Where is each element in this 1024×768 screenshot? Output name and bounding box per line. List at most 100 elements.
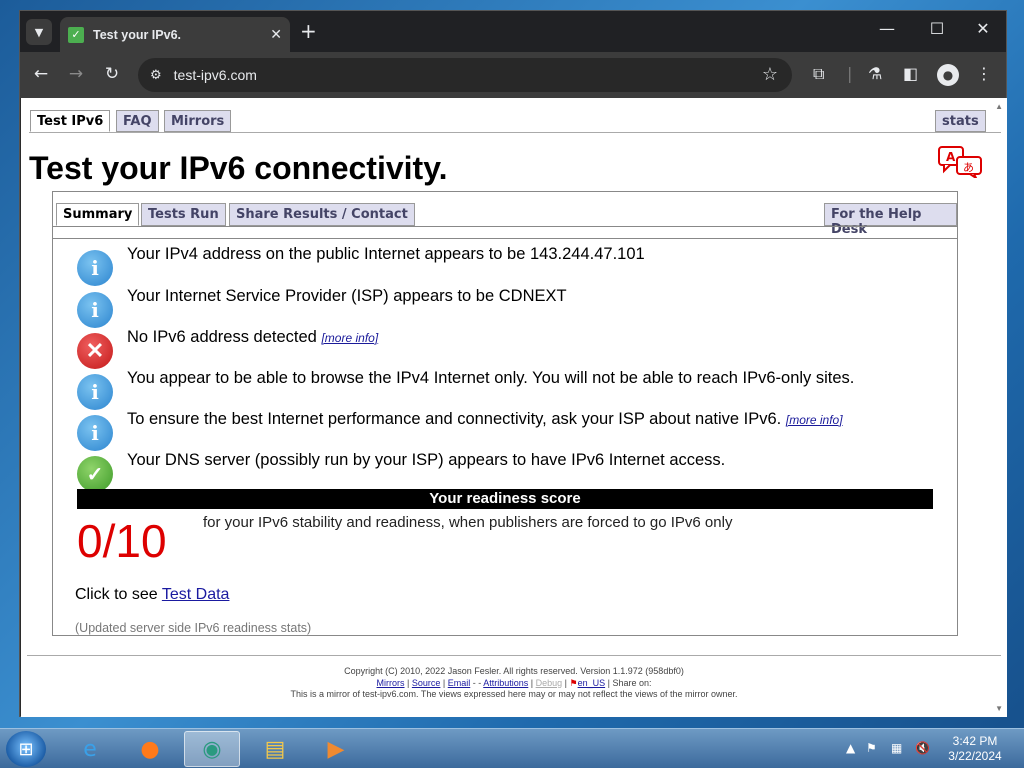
result-row-isp: i Your Internet Service Provider (ISP) a… bbox=[77, 286, 567, 328]
bookmark-star-icon[interactable]: ☆ bbox=[762, 64, 778, 85]
footer-source-link[interactable]: Source bbox=[412, 678, 441, 688]
address-bar[interactable]: ⚙ test-ipv6.com ☆ bbox=[138, 58, 792, 92]
file-explorer-icon[interactable]: ▤ bbox=[247, 731, 303, 767]
tab-search-button[interactable]: ▼ bbox=[26, 19, 52, 45]
tab-summary[interactable]: Summary bbox=[56, 203, 140, 226]
system-clock[interactable]: 3:42 PM 3/22/2024 bbox=[940, 734, 1010, 764]
footer-debug-link[interactable]: Debug bbox=[536, 678, 563, 688]
footer-email-link[interactable]: Email bbox=[448, 678, 471, 688]
share-on-label: Share on: bbox=[612, 677, 652, 688]
error-x-icon: ✕ bbox=[77, 333, 113, 369]
tab-strip: ▼ ✓ Test your IPv6. ✕ + — ☐ ✕ bbox=[20, 11, 1006, 52]
browser-window: ▼ ✓ Test your IPv6. ✕ + — ☐ ✕ ← → ↻ ⚙ te… bbox=[19, 10, 1007, 717]
translate-icon[interactable]: A あ bbox=[938, 146, 984, 178]
click-to-see-label: Click to see bbox=[75, 586, 158, 603]
result-text: Your IPv4 address on the public Internet… bbox=[127, 245, 645, 263]
score-description: for your IPv6 stability and readiness, w… bbox=[203, 514, 733, 531]
clock-date: 3/22/2024 bbox=[948, 749, 1002, 763]
results-panel: Summary Tests Run Share Results / Contac… bbox=[52, 191, 958, 636]
maximize-button[interactable]: ☐ bbox=[922, 19, 952, 38]
tab-help-desk[interactable]: For the Help Desk bbox=[824, 203, 957, 237]
result-text: You appear to be able to browse the IPv4… bbox=[127, 369, 855, 387]
footer-links: Mirrors | Source | Email - - Attribution… bbox=[376, 677, 652, 688]
page-title: Test your IPv6 connectivity. bbox=[29, 150, 448, 186]
browser-toolbar: ← → ↻ ⚙ test-ipv6.com ☆ ⧉ | ⚗ ◧ ⋮ bbox=[20, 52, 1006, 98]
info-icon: i bbox=[77, 415, 113, 451]
result-row-ipv4: i Your IPv4 address on the public Intern… bbox=[77, 244, 645, 286]
tab-close-button[interactable]: ✕ bbox=[270, 27, 282, 43]
tab-faq[interactable]: FAQ bbox=[116, 110, 159, 132]
reload-button[interactable]: ↻ bbox=[101, 64, 123, 84]
result-text: To ensure the best Internet performance … bbox=[127, 409, 843, 430]
more-info-link[interactable]: [more info] bbox=[786, 413, 843, 427]
result-text: Your Internet Service Provider (ISP) app… bbox=[127, 287, 567, 305]
mirror-note: This is a mirror of test-ipv6.com. The v… bbox=[290, 689, 738, 699]
result-text: Your DNS server (possibly run by your IS… bbox=[127, 451, 726, 469]
info-icon: i bbox=[77, 292, 113, 328]
volume-muted-icon[interactable]: 🔇 bbox=[915, 741, 930, 755]
side-panel-icon[interactable]: ◧ bbox=[903, 64, 918, 83]
network-icon[interactable]: ▦ bbox=[891, 741, 902, 755]
site-info-icon[interactable]: ⚙ bbox=[150, 68, 162, 83]
site-favicon-icon: ✓ bbox=[68, 26, 84, 43]
subtab-divider-line-2 bbox=[53, 238, 957, 239]
edge-browser-icon[interactable]: ◉ bbox=[184, 731, 240, 767]
copyright-text: Copyright (C) 2010, 2022 Jason Fesler. A… bbox=[344, 666, 684, 676]
tab-share-results[interactable]: Share Results / Contact bbox=[229, 203, 415, 226]
tab-title: Test your IPv6. bbox=[93, 27, 181, 42]
tab-stats[interactable]: stats bbox=[935, 110, 986, 132]
minimize-button[interactable]: — bbox=[872, 19, 902, 38]
readiness-score-header: Your readiness score bbox=[77, 489, 933, 509]
readiness-score: 0/10 bbox=[77, 515, 167, 567]
more-info-link[interactable]: [more info] bbox=[321, 331, 378, 345]
footer-attributions-link[interactable]: Attributions bbox=[483, 678, 528, 688]
new-tab-button[interactable]: + bbox=[300, 21, 317, 41]
info-icon: i bbox=[77, 374, 113, 410]
svg-text:あ: あ bbox=[963, 161, 974, 174]
back-button[interactable]: ← bbox=[30, 64, 52, 84]
result-text-main: No IPv6 address detected bbox=[127, 328, 317, 346]
result-text: No IPv6 address detected [more info] bbox=[127, 327, 378, 348]
result-row-ipv6: ✕ No IPv6 address detected [more info] bbox=[77, 327, 378, 369]
result-text-main: To ensure the best Internet performance … bbox=[127, 410, 782, 428]
url-text: test-ipv6.com bbox=[173, 67, 257, 83]
locale-flag-icon: ⚑ bbox=[569, 677, 578, 688]
toolbar-divider: | bbox=[847, 64, 853, 83]
firefox-icon[interactable]: ● bbox=[122, 731, 178, 767]
labs-flask-icon[interactable]: ⚗ bbox=[868, 64, 882, 83]
scroll-down-arrow-icon[interactable]: ▼ bbox=[995, 704, 1003, 713]
result-row-ipv4-only: i You appear to be able to browse the IP… bbox=[77, 368, 854, 410]
internet-explorer-icon[interactable]: e bbox=[62, 731, 118, 767]
tab-mirrors[interactable]: Mirrors bbox=[164, 110, 232, 132]
footer-locale-link[interactable]: en_US bbox=[578, 678, 606, 688]
result-row-ask-isp: i To ensure the best Internet performanc… bbox=[77, 409, 843, 451]
tab-tests-run[interactable]: Tests Run bbox=[141, 203, 226, 226]
chevron-down-icon: ▼ bbox=[34, 25, 44, 39]
footer-mirrors-link[interactable]: Mirrors bbox=[377, 678, 405, 688]
updated-note: (Updated server side IPv6 readiness stat… bbox=[75, 621, 312, 635]
test-data-link[interactable]: Test Data bbox=[162, 586, 230, 603]
show-hidden-icons-icon[interactable]: ▲ bbox=[846, 741, 855, 755]
svg-text:A: A bbox=[946, 150, 956, 164]
windows-logo-icon: ⊞ bbox=[18, 738, 34, 760]
result-row-dns: ✓ Your DNS server (possibly run by your … bbox=[77, 450, 725, 492]
close-window-button[interactable]: ✕ bbox=[968, 19, 998, 38]
footer-divider-line bbox=[27, 655, 1001, 656]
browser-tab[interactable]: ✓ Test your IPv6. ✕ bbox=[60, 17, 290, 52]
media-player-icon[interactable]: ▶ bbox=[308, 731, 364, 767]
extensions-icon[interactable]: ⧉ bbox=[813, 64, 824, 84]
action-center-flag-icon[interactable]: ⚑ bbox=[866, 741, 877, 755]
subtab-divider-line bbox=[53, 226, 957, 227]
taskbar: ⊞ e ● ◉ ▤ ▶ ▲ ⚑ ▦ 🔇 3:42 PM 3/22/2024 bbox=[0, 728, 1024, 768]
start-button[interactable]: ⊞ bbox=[6, 731, 46, 767]
tab-test-ipv6[interactable]: Test IPv6 bbox=[30, 110, 111, 132]
tab-divider-line bbox=[29, 132, 1001, 133]
info-icon: i bbox=[77, 250, 113, 286]
forward-button[interactable]: → bbox=[65, 64, 87, 84]
menu-kebab-icon[interactable]: ⋮ bbox=[976, 64, 992, 83]
scroll-up-arrow-icon[interactable]: ▲ bbox=[995, 102, 1003, 111]
profile-avatar-icon[interactable]: ● bbox=[937, 64, 959, 86]
test-data-line: Click to see Test Data bbox=[75, 586, 229, 604]
check-icon: ✓ bbox=[77, 456, 113, 492]
clock-time: 3:42 PM bbox=[952, 734, 998, 748]
